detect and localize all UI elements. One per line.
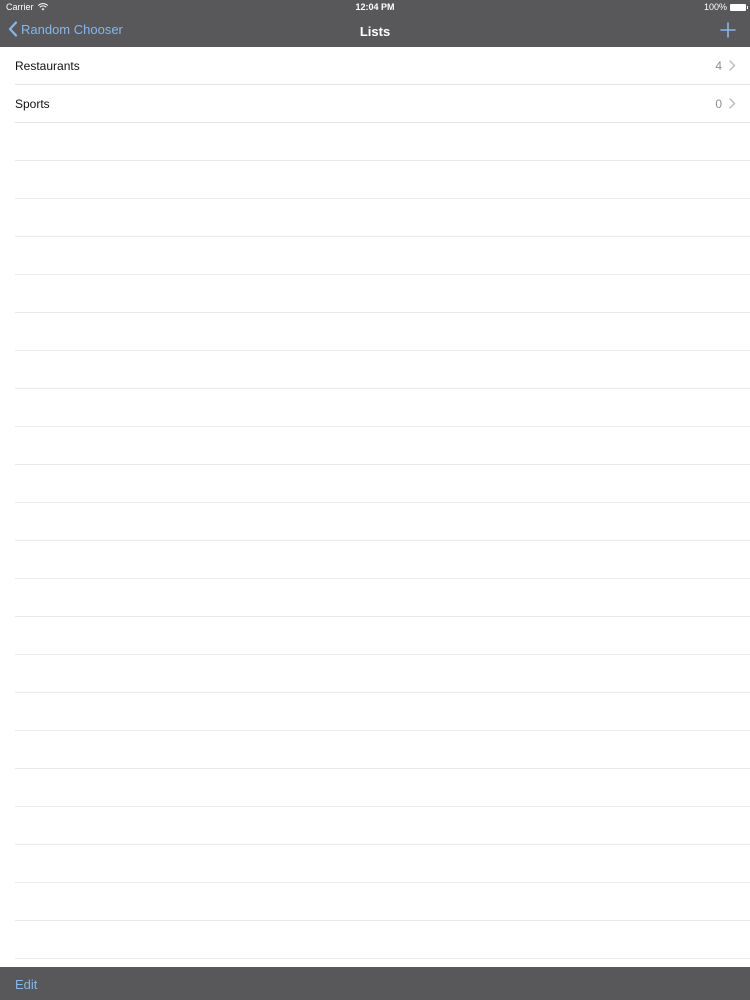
empty-row [15, 883, 750, 921]
list-row-sports[interactable]: Sports 0 [15, 85, 750, 123]
empty-row [15, 389, 750, 427]
empty-row [15, 237, 750, 275]
battery-percent: 100% [703, 2, 727, 12]
empty-row [15, 503, 750, 541]
empty-row [15, 693, 750, 731]
page-title: Lists [359, 24, 391, 39]
empty-row [15, 313, 750, 351]
empty-row [15, 161, 750, 199]
battery-indicator: 100% [703, 2, 748, 12]
bottom-toolbar: Edit [0, 967, 750, 1000]
list-row-count: 0 [715, 97, 722, 111]
empty-rows [0, 123, 750, 959]
empty-row [15, 199, 750, 237]
battery-icon [730, 3, 748, 11]
empty-row [15, 655, 750, 693]
list-row-label: Restaurants [15, 59, 80, 73]
empty-row [15, 427, 750, 465]
navigation-bar: Random Chooser Lists [0, 16, 750, 47]
status-time: 12:04 PM [355, 2, 395, 12]
empty-row [15, 541, 750, 579]
status-bar: Carrier 12:04 PM 100% [0, 0, 750, 16]
chevron-right-icon [729, 60, 736, 71]
chevron-right-icon [729, 98, 736, 109]
empty-row [15, 807, 750, 845]
edit-button[interactable]: Edit [15, 977, 37, 992]
empty-row [15, 921, 750, 959]
empty-row [15, 351, 750, 389]
empty-row [15, 275, 750, 313]
lists-table: Restaurants 4 Sports 0 [0, 47, 750, 967]
empty-row [15, 769, 750, 807]
list-row-label: Sports [15, 97, 50, 111]
plus-icon[interactable] [720, 22, 736, 38]
empty-row [15, 731, 750, 769]
empty-row [15, 465, 750, 503]
list-row-count: 4 [715, 59, 722, 73]
empty-row [15, 123, 750, 161]
empty-row [15, 617, 750, 655]
empty-row [15, 845, 750, 883]
list-row-restaurants[interactable]: Restaurants 4 [15, 47, 750, 85]
empty-row [15, 579, 750, 617]
